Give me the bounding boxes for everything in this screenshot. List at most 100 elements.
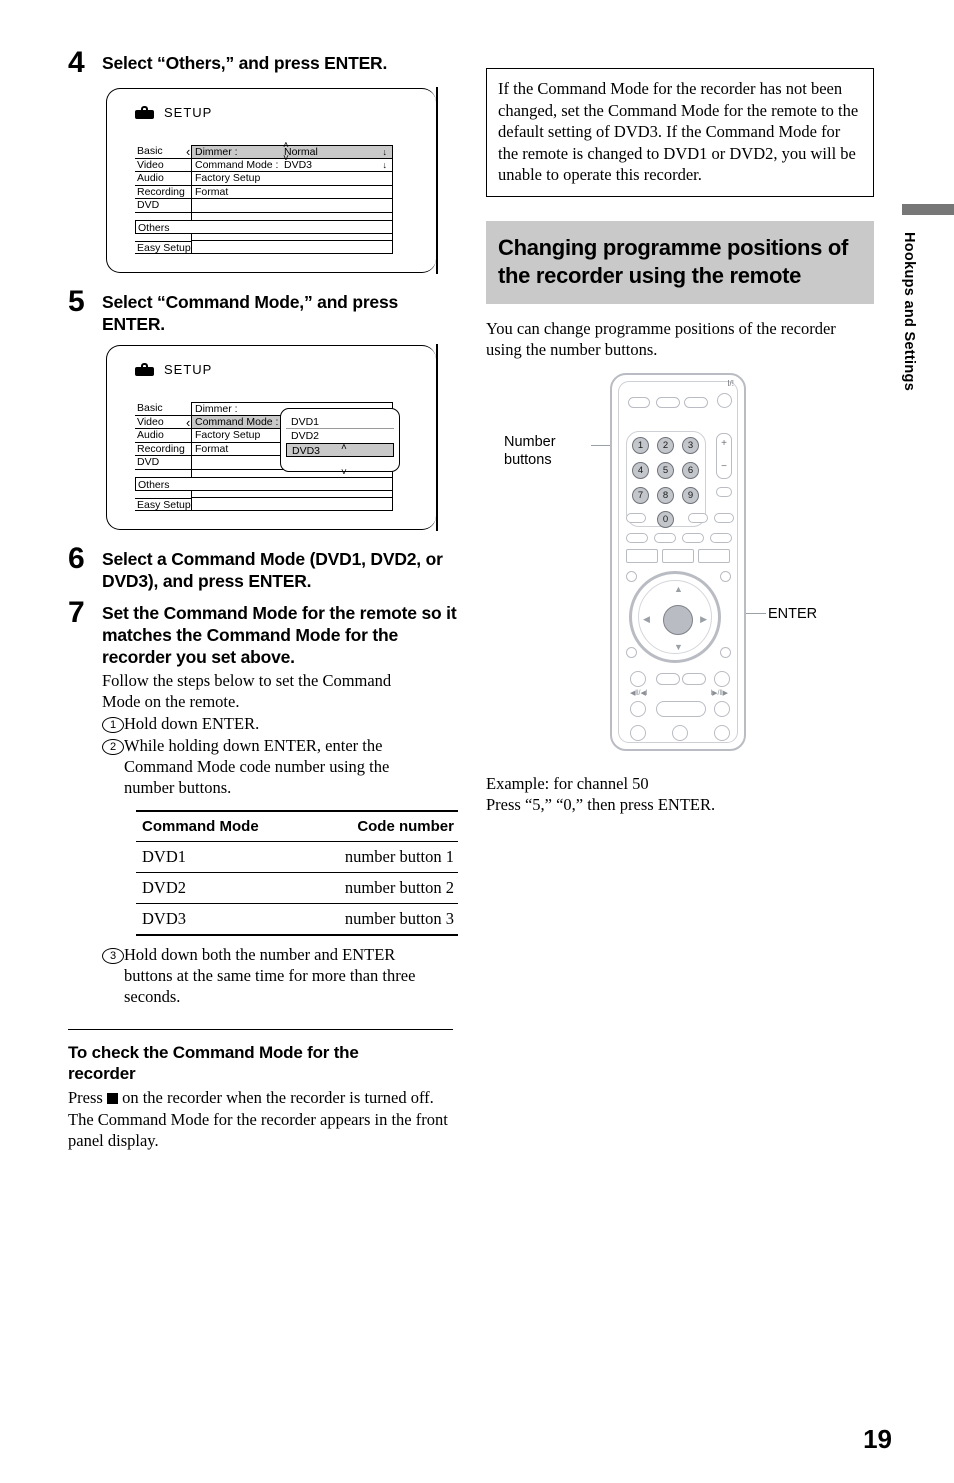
side-button-a[interactable] [716, 486, 732, 497]
function-button-3[interactable] [682, 532, 704, 543]
table-row: DVD2 number button 2 [136, 872, 458, 904]
arrow-up-icon: ▲ [674, 583, 683, 594]
osd-row-empty [191, 497, 393, 512]
osd-row-others[interactable]: Others [135, 476, 393, 491]
number-button-7[interactable]: 7 [632, 486, 649, 504]
callout-enter: ENTER [768, 605, 818, 622]
number-button-2[interactable]: 2 [657, 436, 674, 454]
clear-button[interactable] [626, 512, 646, 523]
chevron-up-icon: ˄ [283, 140, 289, 151]
osd-row-format[interactable]: Format [191, 185, 393, 200]
osd-row-others[interactable]: Others [135, 219, 393, 234]
osd-menu-item[interactable]: Basic [135, 402, 191, 416]
osd-menu-item[interactable]: Video [135, 415, 191, 430]
table-row: DVD3 number button 3 [136, 903, 458, 936]
substep-text: Hold down both the number and ENTER butt… [124, 945, 416, 1006]
top-button-2[interactable] [684, 396, 708, 408]
callout-number-buttons: Number buttons [504, 433, 556, 468]
number-button-9[interactable]: 9 [682, 486, 699, 504]
colour-button-2[interactable] [662, 548, 694, 563]
function-button-1[interactable] [626, 532, 648, 543]
direction-pad[interactable]: ▲ ▼ ◀ ▶ [629, 570, 721, 663]
small-round-button-tl[interactable] [626, 570, 637, 582]
table-cell-code: number button 3 [300, 903, 458, 936]
popup-option-dvd3[interactable]: DVD3 [286, 443, 394, 457]
osd-row-factory-setup[interactable]: Factory Setup [191, 172, 393, 186]
osd-menu-item-easy-setup[interactable]: Easy Setup [135, 497, 191, 512]
next-button[interactable] [714, 670, 730, 687]
osd-menu-item[interactable]: Video [135, 158, 191, 173]
command-mode-table: Command Mode Code number DVD1 number but… [136, 810, 458, 936]
number-button-5[interactable]: 5 [657, 461, 674, 479]
volume-rocker[interactable]: + − [716, 432, 732, 479]
remote-control-body: I/ǃ 1 2 3 4 5 6 7 8 9 0 + − ▲ ▼ ◀ ▶ ◀ll/… [610, 372, 746, 751]
osd-left-menu-2: Basic Video Audio Recording DVD Easy Set… [135, 402, 191, 512]
page-number: 19 [863, 1424, 892, 1454]
slow-back-label: ◀ll/◀l [630, 689, 648, 697]
osd-menu-item[interactable]: DVD [135, 456, 191, 470]
top-button-1[interactable] [656, 396, 680, 408]
example-block: Example: for channel 50 Press “5,” “0,” … [486, 773, 874, 816]
popup-option-dvd1[interactable]: DVD1 [286, 415, 394, 429]
play-button[interactable] [656, 700, 706, 717]
osd-menu-item[interactable]: Basic [135, 145, 191, 159]
osd-illustration-1: SETUP Basic Video Audio Recording DVD Ea… [106, 87, 439, 274]
scan-back-button[interactable] [656, 672, 680, 685]
small-round-button-br[interactable] [720, 646, 731, 658]
step-7-body: Follow the steps below to set the Comman… [102, 670, 468, 798]
substep-text: Hold down ENTER. [124, 714, 260, 733]
stop-button[interactable] [714, 724, 730, 741]
function-button-2[interactable] [654, 532, 676, 543]
manual-page: 4 Select “Others,” and press ENTER. SETU… [0, 0, 954, 1483]
step-7-title: Set the Command Mode for the remote so i… [102, 603, 457, 667]
colour-button-1[interactable] [626, 548, 658, 563]
number-button-3[interactable]: 3 [682, 436, 699, 454]
fast-forward-button[interactable] [714, 700, 730, 717]
remote-illustration: Number buttons ENTER I/ǃ 1 2 3 4 5 6 7 8… [486, 372, 874, 763]
side-tab-label: Hookups and Settings [901, 232, 917, 392]
volume-up-icon: + [721, 437, 727, 449]
record-button[interactable] [630, 724, 646, 741]
osd-row-label: Dimmer : [195, 146, 238, 158]
arrow-down-icon: ▼ [674, 641, 683, 652]
extra-button-1[interactable] [688, 512, 708, 523]
toolbox-icon [135, 106, 154, 119]
step-5-number: 5 [68, 285, 85, 318]
number-button-8[interactable]: 8 [657, 486, 674, 504]
osd-menu-item[interactable]: Audio [135, 429, 191, 443]
scan-forward-button[interactable] [682, 672, 706, 685]
table-header-row: Command Mode Code number [136, 810, 458, 842]
extra-button-2[interactable] [714, 512, 734, 523]
osd-row-value: Normal [284, 146, 318, 158]
enter-button[interactable] [663, 604, 693, 635]
osd-row-dimmer[interactable]: Dimmer : Normal ↓ [191, 145, 393, 159]
popup-option-dvd2[interactable]: DVD2 [286, 429, 394, 443]
osd-menu-item[interactable]: Audio [135, 172, 191, 186]
substep-3: 3 Hold down both the number and ENTER bu… [102, 944, 468, 1007]
colour-button-3[interactable] [698, 548, 730, 563]
pause-button[interactable] [672, 724, 688, 741]
osd-menu-item[interactable]: Recording [135, 442, 191, 457]
osd-title-1: SETUP [164, 105, 213, 120]
osd-menu-item-easy-setup[interactable]: Easy Setup [135, 240, 191, 255]
selection-caret-icon: ‹ [186, 144, 191, 159]
power-button[interactable] [717, 392, 732, 408]
table-cell-mode: DVD1 [136, 841, 301, 873]
number-button-1[interactable]: 1 [632, 436, 649, 454]
substep-number: 2 [102, 739, 124, 755]
small-round-button-tr[interactable] [720, 570, 731, 582]
rewind-button[interactable] [630, 700, 646, 717]
number-button-6[interactable]: 6 [682, 461, 699, 479]
number-button-0[interactable]: 0 [657, 510, 674, 528]
substep-1: 1 Hold down ENTER. [102, 713, 468, 734]
osd-menu-item[interactable]: Recording [135, 185, 191, 200]
eject-button[interactable] [628, 396, 650, 408]
osd-row-command-mode[interactable]: Command Mode : DVD3 ↓ [191, 158, 393, 173]
number-button-4[interactable]: 4 [632, 461, 649, 479]
function-button-4[interactable] [710, 532, 732, 543]
side-tab-bar [902, 204, 954, 215]
volume-down-icon: − [721, 460, 727, 472]
prev-button[interactable] [630, 670, 646, 687]
osd-menu-item[interactable]: DVD [135, 199, 191, 213]
small-round-button-bl[interactable] [626, 646, 637, 658]
